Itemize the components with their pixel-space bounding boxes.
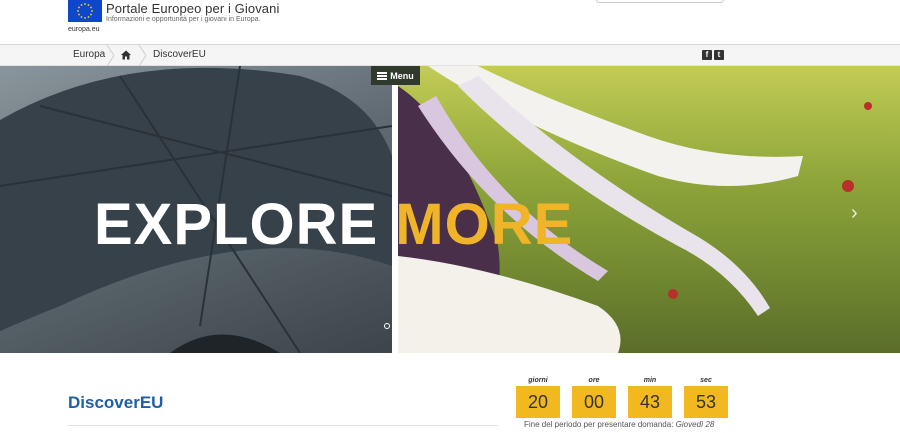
countdown-value: 53 <box>684 386 728 418</box>
countdown-value: 43 <box>628 386 672 418</box>
deadline-text: Fine del periodo per presentare domanda:… <box>524 420 714 429</box>
deadline-date: Giovedì 28 <box>675 420 715 429</box>
countdown-seconds: sec 53 <box>684 377 728 418</box>
countdown-value: 00 <box>572 386 616 418</box>
breadcrumb-discovereu[interactable]: DiscoverEU <box>153 49 206 60</box>
site-subtitle: Informazioni e opportunità per i giovani… <box>106 16 261 23</box>
hero-headline-word-1: EXPLORE <box>94 192 379 257</box>
logo-caption: europa.eu <box>68 26 100 33</box>
site-header: europa.eu Portale Europeo per i Giovani … <box>0 0 900 45</box>
menu-label: Menu <box>390 70 414 81</box>
search-input[interactable] <box>596 0 724 3</box>
countdown-label: min <box>643 377 657 384</box>
deadline-label: Fine del periodo per presentare domanda: <box>524 420 674 429</box>
twitter-icon[interactable]: t <box>714 50 724 60</box>
countdown-label: sec <box>700 377 712 384</box>
hero-headline-word-2: MORE <box>395 192 574 257</box>
hero-headline: EXPLORE MORE <box>94 196 573 254</box>
slide-indicator-dot[interactable] <box>384 323 390 329</box>
countdown-label: giorni <box>528 377 548 384</box>
home-icon[interactable] <box>121 50 131 60</box>
countdown-minutes: min 43 <box>628 377 672 418</box>
countdown-value: 20 <box>516 386 560 418</box>
hamburger-icon <box>377 71 388 80</box>
breadcrumb-europa[interactable]: Europa <box>73 49 105 60</box>
countdown-days: giorni 20 <box>516 377 560 418</box>
breadcrumb-separator-icon <box>138 45 147 66</box>
title-divider <box>68 425 498 426</box>
next-slide-arrow-icon[interactable]: › <box>851 203 865 223</box>
countdown-hours: ore 00 <box>572 377 616 418</box>
page-title: DiscoverEU <box>68 393 164 412</box>
breadcrumb-separator-icon <box>106 45 115 66</box>
eu-flag-logo[interactable] <box>68 0 102 22</box>
breadcrumb: Europa DiscoverEU f t <box>0 45 900 66</box>
menu-button[interactable]: Menu <box>371 66 420 85</box>
countdown-label: ore <box>588 377 600 384</box>
facebook-icon[interactable]: f <box>702 50 712 60</box>
hero-banner[interactable]: Menu EXPLORE MORE › <box>0 66 900 353</box>
site-title[interactable]: Portale Europeo per i Giovani <box>106 1 279 16</box>
